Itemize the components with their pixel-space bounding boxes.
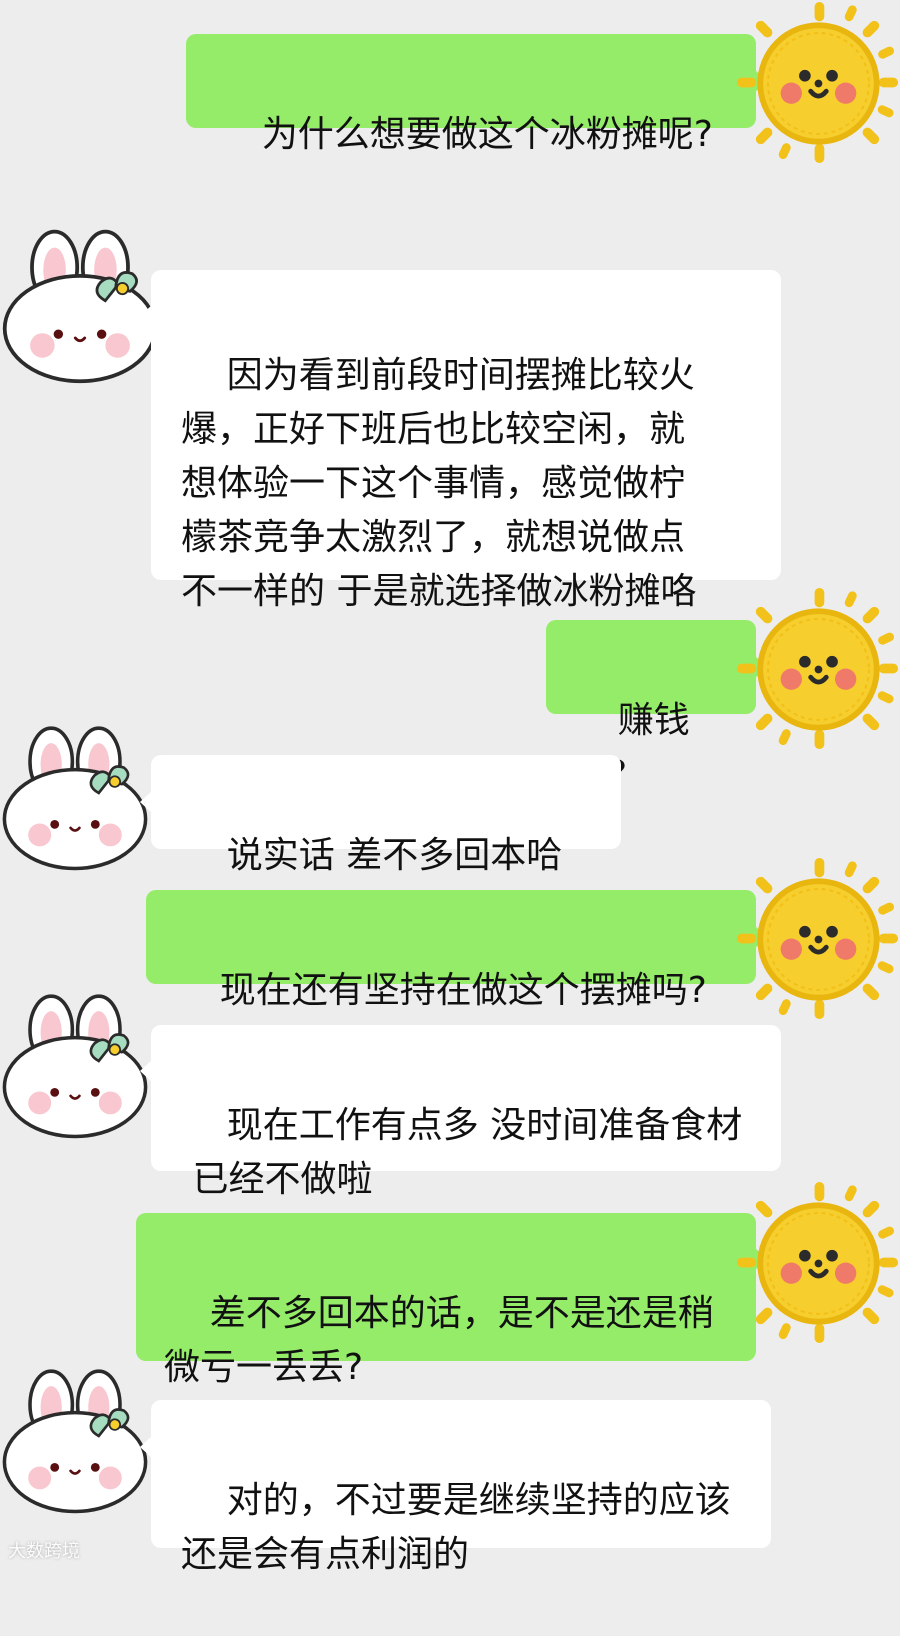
message-text: 现在工作有点多 没时间准备食材 已经不做啦	[192, 1105, 743, 1200]
message-text: 现在还有坚持在做这个摆摊吗?	[219, 970, 707, 1011]
message-text: 因为看到前段时间摆摊比较火 爆，正好下班后也比较空闲，就 想体验一下这个事情，感…	[181, 355, 697, 612]
incoming-bubble[interactable]: 说实话 差不多回本哈哈	[151, 755, 621, 930]
bunny-face-avatar-icon[interactable]	[0, 1355, 150, 1525]
outgoing-bubble[interactable]: 现在还有坚持在做这个摆摊吗?	[146, 890, 756, 1011]
incoming-bubble[interactable]: 对的，不过要是继续坚持的应该 还是会有点利润的	[151, 1400, 771, 1575]
incoming-bubble[interactable]: 现在工作有点多 没时间准备食材 已经不做啦	[151, 1025, 781, 1200]
incoming-bubble[interactable]: 因为看到前段时间摆摊比较火 爆，正好下班后也比较空闲，就 想体验一下这个事情，感…	[151, 270, 781, 612]
bunny-face-avatar-icon[interactable]	[0, 712, 150, 882]
sun-face-avatar-icon[interactable]	[735, 586, 900, 751]
message-text: 对的，不过要是继续坚持的应该 还是会有点利润的	[181, 1480, 731, 1575]
bunny-face-avatar-icon[interactable]	[0, 220, 160, 390]
outgoing-bubble[interactable]: 赚钱吗?	[546, 620, 756, 795]
outgoing-bubble[interactable]: 为什么想要做这个冰粉摊呢?	[186, 34, 756, 155]
watermark: 大数跨境	[8, 1541, 80, 1562]
sun-face-avatar-icon[interactable]	[735, 1180, 900, 1345]
bunny-face-avatar-icon[interactable]	[0, 980, 150, 1150]
sun-face-avatar-icon[interactable]	[735, 856, 900, 1021]
message-text: 差不多回本的话，是不是还是稍 微亏一丢丢?	[164, 1293, 714, 1388]
sun-face-avatar-icon[interactable]	[735, 0, 900, 165]
message-text: 为什么想要做这个冰粉摊呢?	[261, 114, 713, 155]
outgoing-bubble[interactable]: 差不多回本的话，是不是还是稍 微亏一丢丢?	[136, 1213, 756, 1388]
